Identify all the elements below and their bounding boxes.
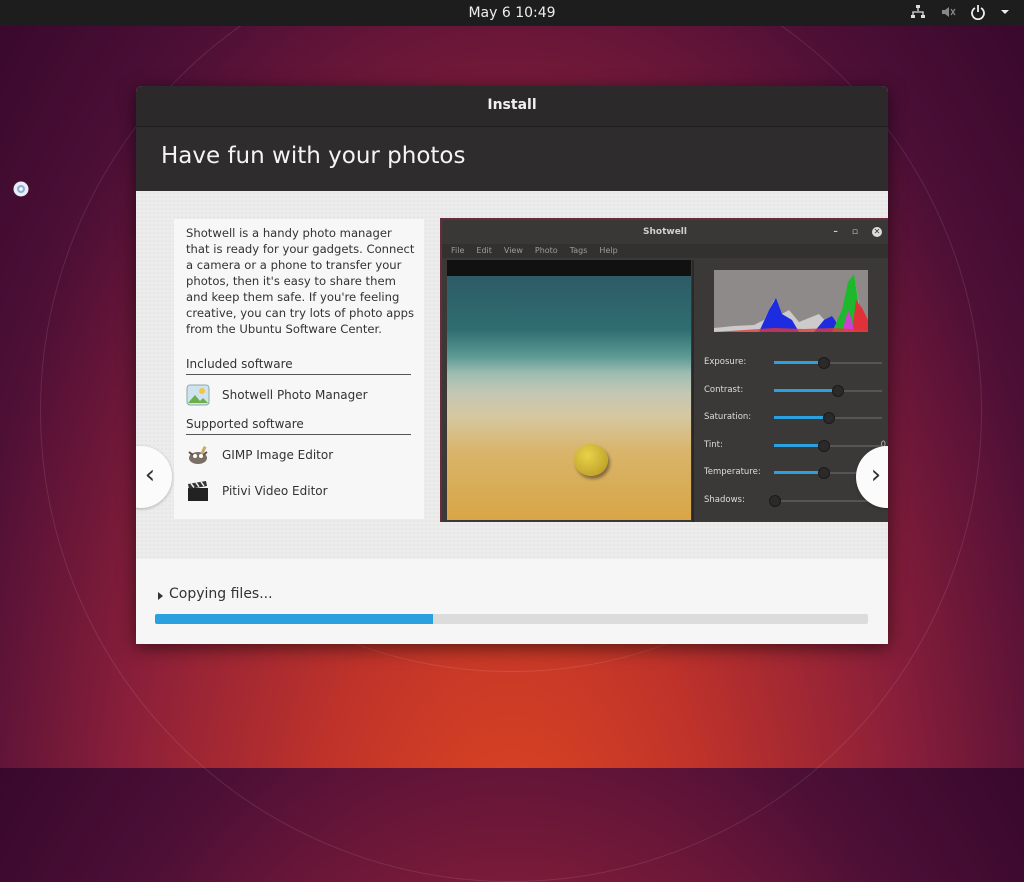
adjustment-label: Tint: xyxy=(704,439,723,450)
installer-window: Install Have fun with your photos Shotwe… xyxy=(136,86,888,644)
clock[interactable]: May 6 10:49 xyxy=(0,5,1024,21)
shotwell-window-controls: – ▫ ✕ xyxy=(833,220,882,244)
histogram xyxy=(714,270,868,332)
slider-knob xyxy=(831,384,844,397)
shotwell-titlebar: Shotwell – ▫ ✕ xyxy=(442,220,888,244)
chevron-down-icon[interactable] xyxy=(1000,4,1010,20)
slide-heading: Have fun with your photos xyxy=(161,143,466,169)
slider-fill xyxy=(774,443,823,447)
adjustment-label: Exposure: xyxy=(704,357,747,367)
adjustment-slider: Tint: 0 xyxy=(704,439,886,452)
slider-knob xyxy=(817,439,830,452)
install-status[interactable]: Copying files... xyxy=(158,586,273,602)
shotwell-icon xyxy=(186,383,210,407)
supported-app-row: GIMP Image Editor xyxy=(186,443,333,467)
slider-knob xyxy=(823,412,835,424)
menu-view: View xyxy=(503,246,523,255)
window-title[interactable]: Install xyxy=(136,86,888,127)
shotwell-title: Shotwell xyxy=(643,227,687,237)
volume-muted-icon[interactable] xyxy=(940,4,956,20)
tennis-ball xyxy=(574,444,608,476)
included-app-row: Shotwell Photo Manager xyxy=(186,383,368,407)
photo-letterbox xyxy=(447,260,691,276)
beach-photo xyxy=(447,276,691,520)
slide-header: Have fun with your photos xyxy=(136,127,888,191)
close-icon: ✕ xyxy=(872,227,882,237)
pitivi-icon xyxy=(186,479,210,503)
slider-fill xyxy=(774,416,828,419)
power-icon[interactable] xyxy=(970,4,986,20)
progress-fill xyxy=(155,614,434,624)
app-name: Pitivi Video Editor xyxy=(222,484,328,498)
previous-slide-button[interactable]: ‹ xyxy=(136,446,172,508)
app-name: Shotwell Photo Manager xyxy=(222,388,368,402)
adjustment-label: Temperature: xyxy=(704,467,761,477)
menu-edit: Edit xyxy=(476,246,492,255)
shotwell-screenshot: Shotwell – ▫ ✕ File Edit View Photo Tags… xyxy=(440,218,888,522)
menu-photo: Photo xyxy=(534,246,558,255)
slider-knob xyxy=(817,357,830,369)
app-name: GIMP Image Editor xyxy=(222,448,334,462)
slider-fill xyxy=(774,388,837,392)
slider-knob xyxy=(817,467,830,479)
system-tray[interactable] xyxy=(910,4,1010,20)
slider-fill xyxy=(774,471,823,474)
installer-desktop-icon[interactable] xyxy=(13,181,29,197)
slide-text-card: Shotwell is a handy photo manager that i… xyxy=(174,219,424,519)
slide-description: Shotwell is a handy photo manager that i… xyxy=(186,226,415,336)
menu-help: Help xyxy=(599,246,618,255)
slideshow: Shotwell is a handy photo manager that i… xyxy=(136,191,888,559)
supported-app-row: Pitivi Video Editor xyxy=(186,479,328,503)
install-progress-bar xyxy=(155,614,868,624)
adjustment-slider: Exposure: xyxy=(704,357,884,369)
network-icon[interactable] xyxy=(910,4,926,20)
gimp-icon xyxy=(186,443,210,467)
maximize-icon: ▫ xyxy=(851,227,858,237)
adjustment-label: Saturation: xyxy=(704,412,752,422)
top-bar: May 6 10:49 xyxy=(0,0,1024,26)
menu-file: File xyxy=(451,246,465,255)
adjustment-slider: Shadows:0 xyxy=(704,494,886,507)
supported-software-heading: Supported software xyxy=(186,417,411,435)
slider-fill xyxy=(774,361,823,364)
included-software-heading: Included software xyxy=(186,357,411,375)
adjustment-label: Contrast: xyxy=(704,384,744,395)
menu-tags: Tags xyxy=(569,246,588,255)
adjustment-slider: Contrast: xyxy=(704,384,884,397)
adjustment-slider: Saturation: xyxy=(704,412,884,424)
minimize-icon: – xyxy=(833,227,838,237)
expander-arrow-icon[interactable] xyxy=(158,592,163,600)
shotwell-menubar: File Edit View Photo Tags Help xyxy=(442,244,888,258)
status-text: Copying files... xyxy=(169,586,273,602)
slider-knob xyxy=(769,494,781,507)
adjustment-label: Shadows: xyxy=(704,494,745,505)
